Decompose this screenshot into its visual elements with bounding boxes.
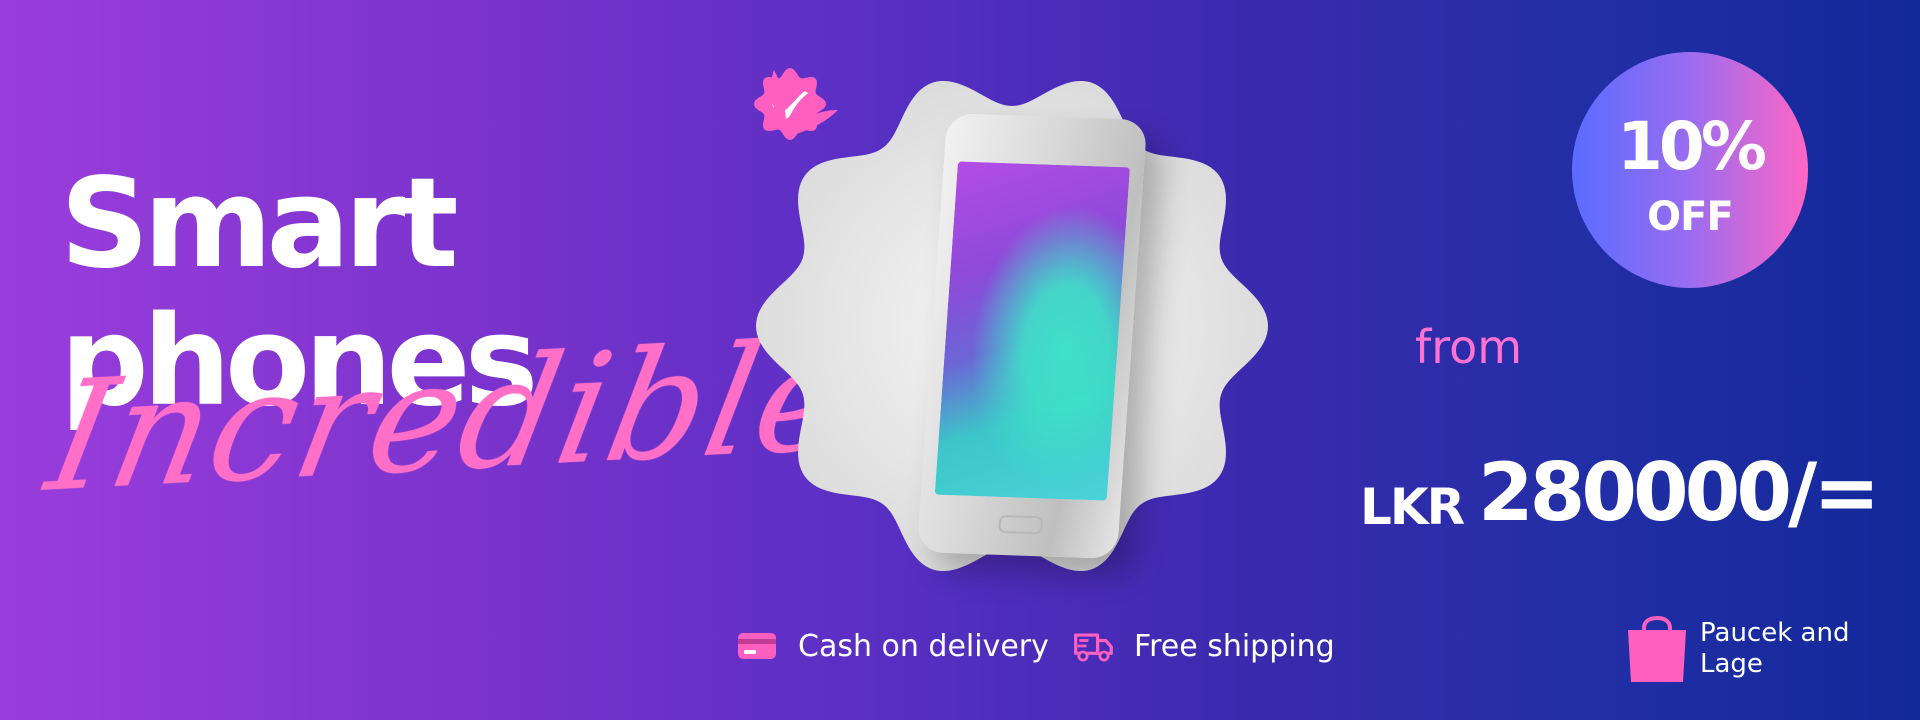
credit-card-icon [738, 633, 776, 659]
phone-home-button [998, 514, 1044, 535]
smartphone-image [916, 113, 1148, 559]
discount-percent: 10% [1617, 108, 1767, 185]
price-currency: LKR [1360, 478, 1465, 536]
headline-line-1: Smart [60, 152, 459, 296]
product-badge [752, 66, 1272, 586]
feature-cash-on-delivery: Cash on delivery [736, 628, 1049, 664]
delivery-truck-icon [1074, 633, 1113, 662]
discount-badge: 10% OFF [1572, 52, 1808, 288]
shopping-bag-icon [1628, 616, 1686, 682]
discount-label: OFF [1647, 194, 1734, 240]
store-name: Paucek and Lage [1700, 618, 1850, 679]
price-amount: 280000/= [1478, 446, 1880, 539]
feature-label: Cash on delivery [798, 628, 1049, 664]
feature-free-shipping: Free shipping [1072, 628, 1335, 664]
price-prefix: from [1415, 320, 1523, 374]
splash-icon [771, 70, 838, 136]
feature-label: Free shipping [1134, 628, 1335, 664]
phone-screen [934, 161, 1130, 501]
